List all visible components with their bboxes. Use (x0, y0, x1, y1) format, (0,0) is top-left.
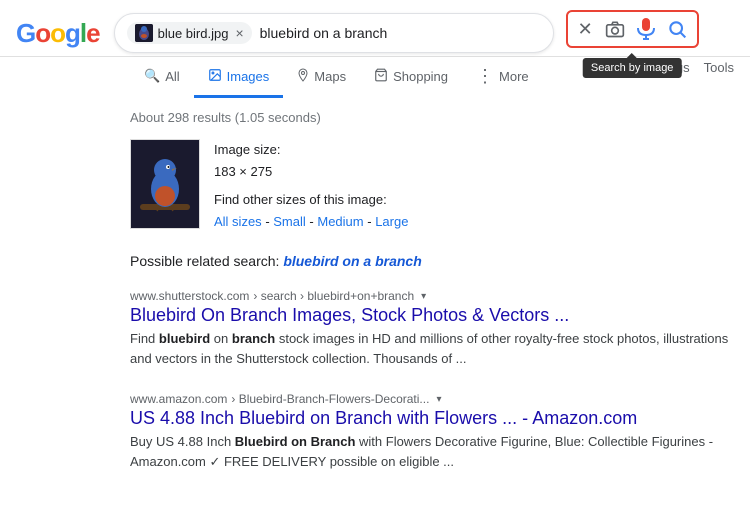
size-large-link[interactable]: Large (375, 214, 408, 229)
google-logo: Google (16, 18, 100, 49)
voice-search-button[interactable] (635, 16, 657, 42)
result-1-title[interactable]: Bluebird On Branch Images, Stock Photos … (130, 305, 734, 326)
result-2-snippet: Buy US 4.88 Inch Bluebird on Branch with… (130, 432, 734, 471)
more-icon: ⋮ (476, 67, 494, 85)
result-1-path: › search › bluebird+on+branch (253, 289, 414, 303)
tab-images-label: Images (227, 69, 270, 84)
tab-images[interactable]: Images (194, 58, 284, 98)
result-2-url: www.amazon.com › Bluebird-Branch-Flowers… (130, 392, 734, 406)
result-2-title[interactable]: US 4.88 Inch Bluebird on Branch with Flo… (130, 408, 734, 429)
result-1-dropdown-icon[interactable]: ▾ (421, 291, 426, 302)
search-pill-thumbnail (135, 24, 153, 42)
camera-search-button[interactable] (603, 17, 627, 41)
tab-all[interactable]: 🔍 All (130, 58, 194, 97)
tab-shopping-label: Shopping (393, 69, 448, 84)
bird-thumbnail (130, 139, 200, 229)
result-stats: About 298 results (1.05 seconds) (130, 110, 734, 125)
search-by-image-group: ✕ (566, 10, 699, 48)
search-result-2: www.amazon.com › Bluebird-Branch-Flowers… (130, 392, 734, 471)
result-2-path: › Bluebird-Branch-Flowers-Decorati... (231, 392, 429, 406)
shopping-icon (374, 68, 388, 85)
search-result-1: www.shutterstock.com › search › bluebird… (130, 289, 734, 368)
result-2-domain: www.amazon.com (130, 392, 227, 406)
tab-all-label: All (165, 69, 179, 84)
size-medium-link[interactable]: Medium (317, 214, 363, 229)
related-search: Possible related search: bluebird on a b… (130, 253, 734, 269)
related-search-prefix: Possible related search: (130, 253, 279, 269)
search-by-image-tooltip: Search by image (583, 58, 682, 78)
tab-maps-label: Maps (314, 69, 346, 84)
tab-shopping[interactable]: Shopping (360, 58, 462, 98)
tab-more[interactable]: ⋮ More (462, 57, 543, 98)
related-search-link[interactable]: bluebird on a branch (283, 253, 421, 269)
search-bar: blue bird.jpg × bluebird on a branch (114, 13, 554, 53)
image-details: Image size: 183 × 275 Find other sizes o… (214, 139, 408, 233)
image-size-label: Image size: 183 × 275 (214, 139, 408, 183)
search-pill-close-button[interactable]: × (235, 25, 243, 41)
clear-search-button[interactable]: ✕ (576, 17, 595, 42)
search-input[interactable]: bluebird on a branch (260, 25, 541, 41)
result-1-domain: www.shutterstock.com (130, 289, 249, 303)
find-sizes: Find other sizes of this image: All size… (214, 189, 408, 233)
maps-icon (297, 68, 309, 85)
result-2-dropdown-icon[interactable]: ▾ (436, 394, 441, 405)
images-icon (208, 68, 222, 85)
search-pill: blue bird.jpg × (127, 22, 252, 44)
main-content: About 298 results (1.05 seconds) (0, 98, 750, 507)
size-links: All sizes - Small - Medium - Large (214, 211, 408, 233)
all-icon: 🔍 (144, 68, 160, 84)
size-small-link[interactable]: Small (273, 214, 306, 229)
result-1-url: www.shutterstock.com › search › bluebird… (130, 289, 734, 303)
search-pill-text: blue bird.jpg (158, 26, 229, 41)
result-1-snippet: Find bluebird on branch stock images in … (130, 329, 734, 368)
tab-more-label: More (499, 69, 529, 84)
search-button[interactable] (665, 17, 689, 41)
image-info-box: Image size: 183 × 275 Find other sizes o… (130, 139, 734, 233)
tools-link[interactable]: Tools (704, 60, 734, 75)
image-size-value: 183 × 275 (214, 164, 272, 179)
tab-maps[interactable]: Maps (283, 58, 360, 98)
size-all-link[interactable]: All sizes (214, 214, 262, 229)
search-action-icons: ✕ (566, 10, 699, 56)
